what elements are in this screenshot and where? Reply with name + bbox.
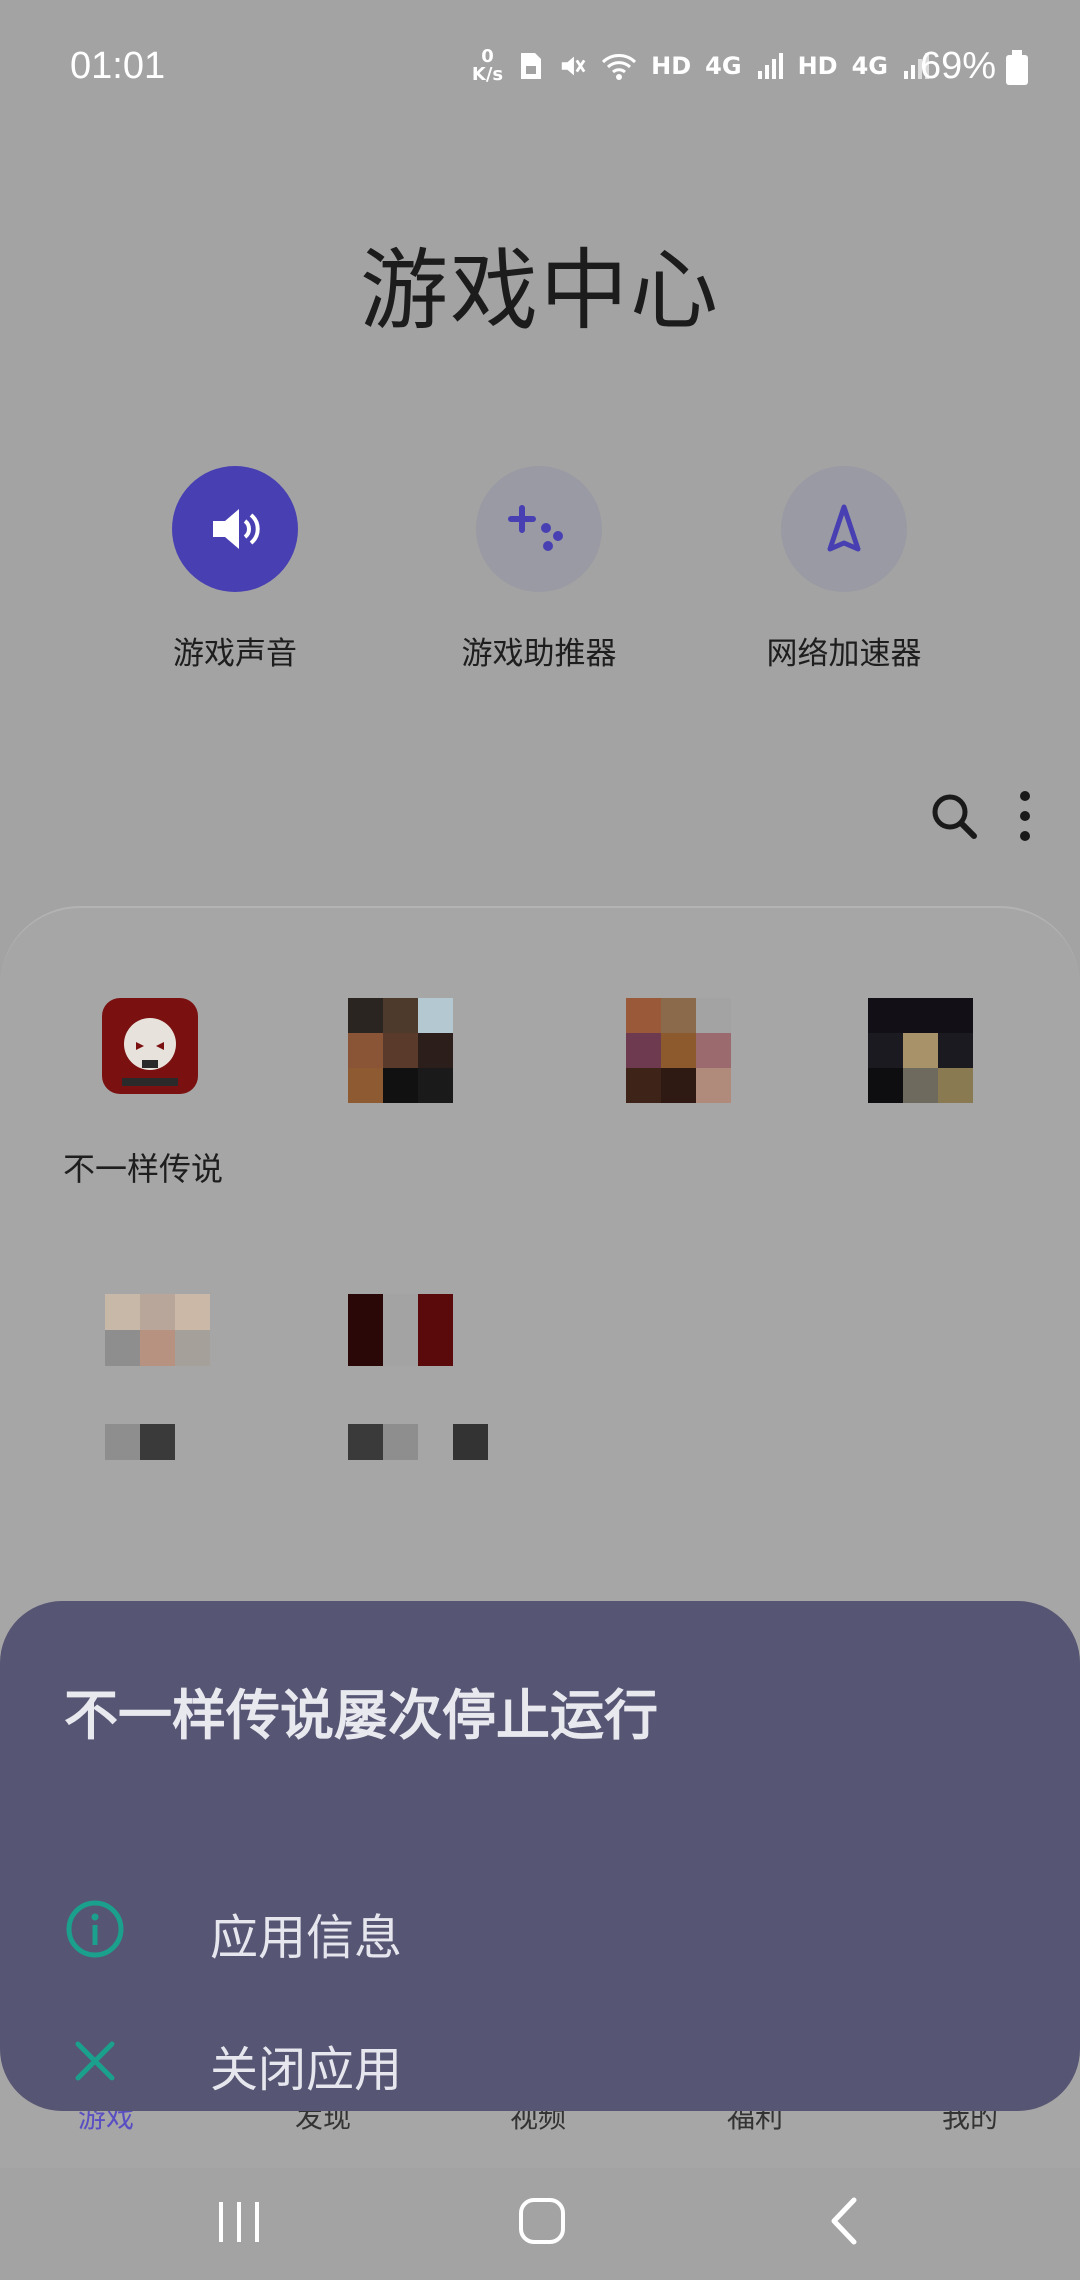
game-name: 不一样传说	[63, 1150, 224, 1188]
game-name	[105, 1424, 175, 1460]
battery-icon	[1006, 50, 1028, 85]
net-speed: 0 K/s	[471, 46, 504, 85]
signal-icon	[757, 53, 783, 79]
game-app-icon	[868, 998, 973, 1103]
close-app-label: 关闭应用	[210, 2042, 403, 2098]
speaker-icon	[172, 466, 298, 592]
dialog-title: 不一样传说屡次停止运行	[64, 1684, 658, 1747]
game-app-icon	[102, 998, 198, 1094]
search-icon[interactable]	[928, 790, 980, 842]
toolbar	[780, 780, 1080, 850]
network-4g-label: 4G	[705, 52, 742, 80]
clock: 01:01	[70, 45, 166, 87]
hd-label: HD	[651, 52, 692, 80]
game-tile[interactable]	[620, 998, 740, 1178]
mute-icon	[561, 56, 586, 76]
app-info-option[interactable]: 应用信息	[0, 1876, 1080, 1986]
game-tile[interactable]	[340, 1294, 500, 1464]
close-icon	[75, 2041, 115, 2081]
home-icon[interactable]	[517, 2196, 567, 2246]
back-icon[interactable]	[826, 2196, 862, 2246]
game-app-icon	[105, 1294, 210, 1366]
close-app-option[interactable]: 关闭应用	[0, 2008, 1080, 2118]
page-title: 游戏中心	[359, 239, 720, 342]
game-booster-button[interactable]: 游戏助推器	[389, 466, 689, 673]
game-tile[interactable]	[340, 998, 460, 1178]
game-app-icon	[348, 998, 453, 1103]
game-tile[interactable]: 不一样传说	[60, 998, 260, 1198]
sim-icon	[521, 53, 542, 79]
game-app-icon	[626, 998, 731, 1103]
game-sound-label: 游戏声音	[173, 636, 297, 672]
app-crash-dialog: 不一样传说屡次停止运行 应用信息 关闭应用	[0, 1601, 1080, 2111]
more-options-icon[interactable]	[1010, 788, 1040, 844]
game-tile[interactable]	[100, 1294, 220, 1464]
app-info-label: 应用信息	[210, 1910, 403, 1966]
game-booster-label: 游戏助推器	[461, 636, 617, 672]
system-navigation-bar	[0, 2160, 1080, 2280]
status-icons: 0 K/s HD 4G HD 4G	[472, 48, 930, 84]
gamepad-plus-icon	[476, 466, 602, 592]
recent-apps-icon[interactable]	[215, 2200, 265, 2244]
status-bar: 01:01 0 K/s HD 4G HD 4G 69%	[0, 0, 1080, 140]
info-icon	[66, 1900, 124, 1958]
hd-label: HD	[797, 52, 838, 80]
network-accelerator-button[interactable]: 网络加速器	[694, 466, 994, 673]
game-tile[interactable]	[860, 998, 980, 1178]
game-app-icon	[348, 1294, 453, 1366]
network-accelerator-label: 网络加速器	[766, 636, 922, 672]
network-4g-label: 4G	[851, 52, 888, 80]
wifi-icon	[602, 54, 637, 80]
rocket-icon	[781, 466, 907, 592]
battery-percent: 69%	[919, 45, 996, 87]
game-name	[348, 1424, 488, 1460]
game-sound-button[interactable]: 游戏声音	[85, 466, 385, 673]
